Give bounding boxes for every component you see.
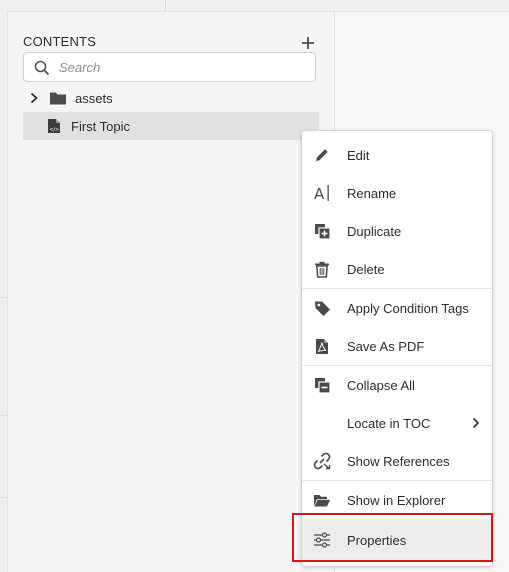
rail-divider: [0, 497, 7, 498]
tree-item-label: assets: [75, 90, 113, 106]
plus-icon: [302, 37, 314, 49]
tree-item-first-topic[interactable]: </> First Topic: [23, 112, 319, 140]
link-icon: [313, 452, 331, 470]
tree-item-label: First Topic: [71, 118, 130, 134]
menu-item-properties[interactable]: Properties: [302, 519, 492, 561]
rail-divider: [0, 297, 7, 298]
chevron-right-icon[interactable]: [27, 91, 41, 105]
menu-item-label: Delete: [347, 261, 385, 277]
menu-item-apply-condition-tags[interactable]: Apply Condition Tags: [302, 289, 492, 327]
folder-open-icon: [313, 491, 331, 509]
contents-panel: CONTENTS assets </> First Top: [8, 12, 335, 572]
menu-item-show-references[interactable]: Show References: [302, 442, 492, 480]
left-rail: [0, 0, 8, 572]
menu-item-show-in-explorer[interactable]: Show in Explorer: [302, 481, 492, 519]
pdf-icon: [313, 337, 331, 355]
menu-item-rename[interactable]: A Rename: [302, 174, 492, 212]
properties-icon: [313, 531, 331, 549]
svg-text:A: A: [314, 185, 325, 202]
tree-item-assets[interactable]: assets: [23, 84, 319, 112]
menu-item-locate-in-toc[interactable]: Locate in TOC: [302, 404, 492, 442]
menu-item-label: Rename: [347, 185, 397, 201]
menu-item-delete[interactable]: Delete: [302, 250, 492, 288]
svg-text:</>: </>: [49, 127, 59, 133]
menu-item-label: Show in Explorer: [347, 492, 446, 508]
pencil-icon: [313, 146, 331, 164]
panel-header: CONTENTS: [23, 32, 319, 54]
search-icon: [34, 60, 50, 76]
menu-item-duplicate[interactable]: Duplicate: [302, 212, 492, 250]
add-button[interactable]: [297, 32, 319, 54]
search-input[interactable]: [59, 57, 307, 77]
menu-item-label: Apply Condition Tags: [347, 300, 469, 316]
chevron-right-icon: [472, 417, 480, 429]
toolbar-divider: [165, 0, 166, 11]
context-menu: Edit A Rename Duplicate Delete Apply Con…: [301, 130, 493, 567]
rename-icon: A: [313, 184, 331, 202]
menu-item-edit[interactable]: Edit: [302, 136, 492, 174]
tag-icon: [313, 299, 331, 317]
menu-item-label: Collapse All: [347, 377, 415, 393]
top-toolbar-strip: [7, 0, 509, 12]
menu-item-label: Edit: [347, 147, 370, 163]
folder-icon: [50, 92, 66, 105]
menu-item-label: Save As PDF: [347, 338, 425, 354]
duplicate-icon: [313, 222, 331, 240]
panel-title: CONTENTS: [23, 34, 97, 49]
menu-item-label: Locate in TOC: [347, 415, 431, 431]
collapse-icon: [313, 376, 331, 394]
menu-item-label: Show References: [347, 453, 450, 469]
menu-item-label: Duplicate: [347, 223, 402, 239]
search-field[interactable]: [23, 52, 316, 82]
menu-item-collapse-all[interactable]: Collapse All: [302, 366, 492, 404]
menu-item-label: Properties: [347, 532, 407, 548]
dita-topic-icon: </>: [48, 119, 60, 133]
trash-icon: [313, 260, 331, 278]
menu-item-save-as-pdf[interactable]: Save As PDF: [302, 327, 492, 365]
rail-divider: [0, 415, 7, 416]
